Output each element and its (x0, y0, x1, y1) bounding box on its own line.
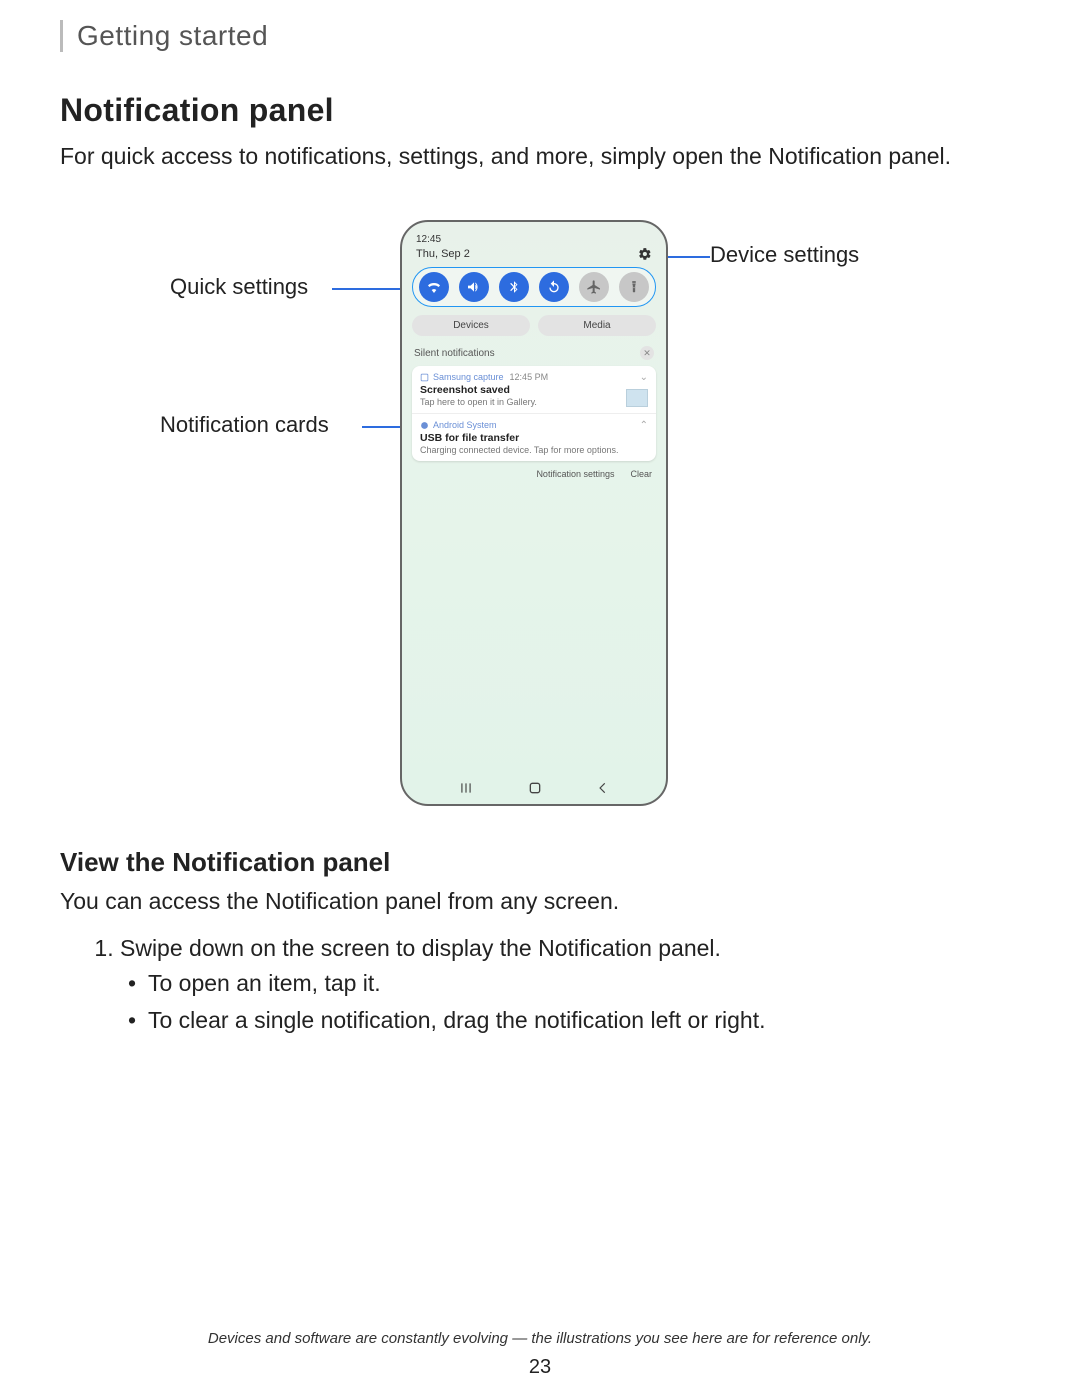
section-intro: You can access the Notification panel fr… (60, 888, 1020, 915)
step-item: Swipe down on the screen to display the … (120, 935, 1020, 1034)
bluetooth-icon[interactable] (499, 272, 529, 302)
notification-title: USB for file transfer (420, 432, 618, 444)
callout-line (332, 288, 406, 290)
bullet-item: To clear a single notification, drag the… (148, 1007, 1020, 1034)
quick-settings-bar (412, 267, 656, 307)
sound-icon[interactable] (459, 272, 489, 302)
recents-icon[interactable] (458, 781, 474, 795)
bullet-item: To open an item, tap it. (148, 970, 1020, 997)
chevron-up-icon[interactable]: ⌃ (634, 420, 648, 431)
flashlight-icon[interactable] (619, 272, 649, 302)
tab-media[interactable]: Media (538, 315, 656, 336)
back-icon[interactable] (596, 781, 610, 795)
notification-card[interactable]: Samsung capture 12:45 PM Screenshot save… (412, 366, 656, 461)
gear-icon[interactable] (638, 247, 652, 261)
notification-subtitle: Charging connected device. Tap for more … (420, 445, 618, 455)
notification-app-name: Samsung capture (433, 372, 504, 382)
airplane-icon[interactable] (579, 272, 609, 302)
chevron-down-icon[interactable]: ⌄ (634, 372, 648, 383)
android-icon (420, 421, 429, 430)
status-date: Thu, Sep 2 (416, 248, 470, 260)
screenshot-icon (420, 373, 429, 382)
notification-app-name: Android System (433, 420, 497, 430)
page-title: Notification panel (60, 92, 1020, 129)
close-icon[interactable]: ✕ (640, 346, 654, 360)
step-text: Swipe down on the screen to display the … (120, 935, 721, 961)
clear-link[interactable]: Clear (630, 469, 652, 479)
home-icon[interactable] (527, 780, 543, 796)
callout-notification-cards: Notification cards (160, 412, 329, 438)
footer-note: Devices and software are constantly evol… (0, 1330, 1080, 1347)
figure-area: Quick settings Device settings Notificat… (60, 202, 1020, 842)
notification-settings-link[interactable]: Notification settings (536, 469, 614, 479)
phone-mockup: 12:45 Thu, Sep 2 (400, 220, 668, 806)
tab-devices[interactable]: Devices (412, 315, 530, 336)
notification-title: Screenshot saved (420, 384, 548, 396)
breadcrumb: Getting started (77, 20, 1020, 52)
section-heading: View the Notification panel (60, 847, 1020, 878)
page-number: 23 (0, 1356, 1080, 1379)
notification-time: 12:45 PM (510, 372, 549, 382)
callout-quick-settings: Quick settings (170, 274, 308, 300)
notification-subtitle: Tap here to open it in Gallery. (420, 397, 548, 407)
rotate-icon[interactable] (539, 272, 569, 302)
silent-notifications-label: Silent notifications (414, 348, 495, 359)
intro-paragraph: For quick access to notifications, setti… (60, 141, 1020, 172)
status-time: 12:45 (412, 232, 656, 247)
screenshot-thumbnail (626, 389, 648, 407)
wifi-icon[interactable] (419, 272, 449, 302)
callout-device-settings: Device settings (710, 242, 859, 268)
